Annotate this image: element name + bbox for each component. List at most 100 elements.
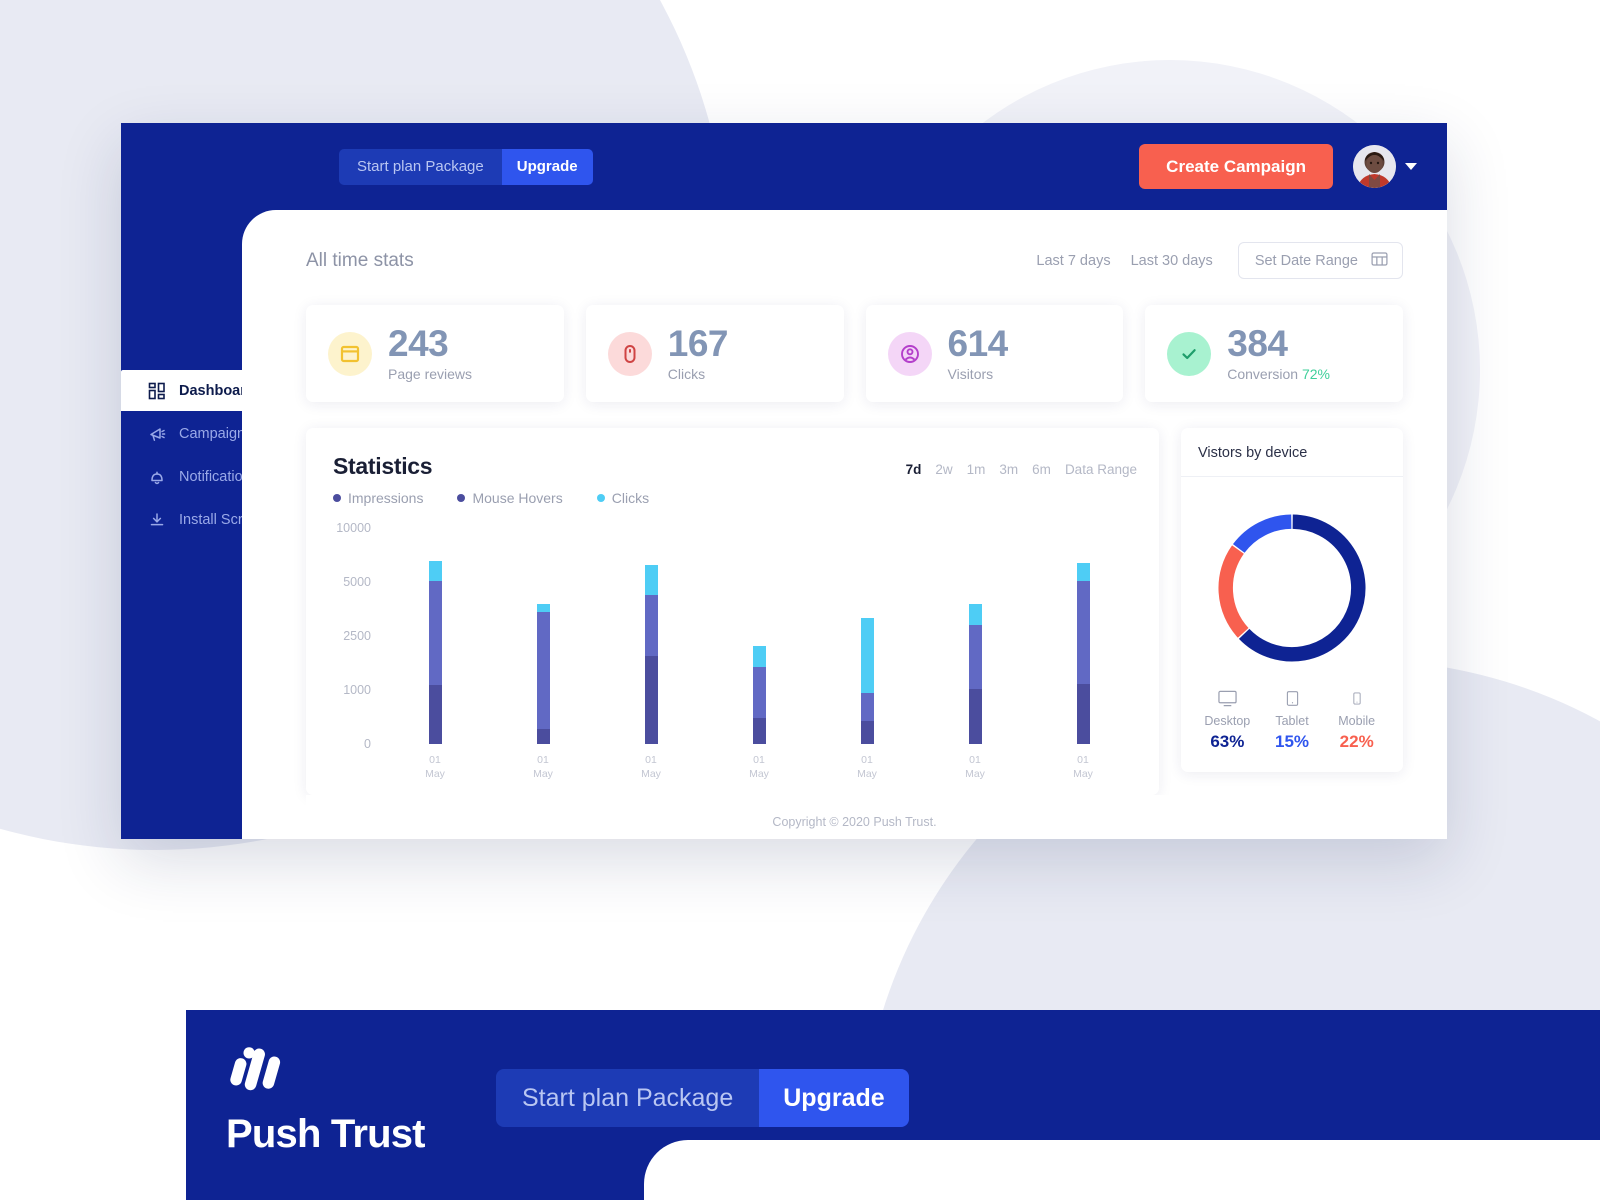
stat-label: Clicks	[667, 366, 706, 383]
chart-x-tick: 01 May	[641, 754, 661, 781]
chart-x-tick: 01 May	[749, 754, 769, 781]
chart-bar-slot[interactable]	[705, 528, 813, 744]
chart-x-tick: 01 May	[857, 754, 877, 781]
mobile-icon	[1324, 687, 1389, 709]
plan-package-label: Start plan Package	[339, 148, 502, 185]
detail-plan-package-pill: Start plan Package Upgrade	[496, 1069, 909, 1127]
chart-bar-slot[interactable]	[1029, 528, 1137, 744]
chart-bar-segment	[968, 689, 982, 744]
chart-range-6m[interactable]: 6m	[1032, 462, 1051, 477]
detail-banner: Push Trust Start plan Package Upgrade	[186, 1010, 1600, 1200]
range-link-last-7-days[interactable]: Last 7 days	[1036, 253, 1110, 269]
chart-bar-slot[interactable]	[381, 528, 489, 744]
detail-brand-block: Push Trust	[226, 1038, 496, 1173]
chart-bar-segment	[644, 594, 658, 656]
calendar-icon	[1370, 249, 1389, 272]
detail-plan-package-label: Start plan Package	[496, 1069, 760, 1127]
chart-bar-segment	[428, 684, 442, 744]
check-icon	[1167, 331, 1212, 376]
chart-bar-segment	[752, 718, 766, 744]
chart-y-tick: 0	[364, 737, 371, 751]
device-name: Tablet	[1275, 714, 1309, 728]
chart-plot-area	[381, 528, 1137, 744]
donut-segment-desktop	[1238, 514, 1366, 662]
lower-row: Statistics 7d 2w 1m 3m 6m Data Range Imp…	[306, 428, 1403, 796]
chart-y-tick: 10000	[336, 521, 371, 535]
page-reviews-icon	[328, 331, 372, 376]
chart-y-tick: 1000	[343, 683, 371, 697]
upgrade-button[interactable]: Upgrade	[501, 148, 593, 185]
chart-stacked-bar[interactable]	[860, 617, 874, 744]
chart-bar-slot[interactable]	[813, 528, 921, 744]
chart-legend: Impressions Mouse Hovers Clicks	[333, 490, 1137, 506]
chart-stacked-bar[interactable]	[536, 604, 550, 744]
chart-bar-slot[interactable]	[921, 528, 1029, 744]
stat-label: Conversion 72%	[1227, 366, 1330, 382]
create-campaign-button[interactable]: Create Campaign	[1139, 144, 1333, 189]
user-menu[interactable]	[1353, 145, 1417, 188]
chart-stacked-bar[interactable]	[1076, 562, 1090, 744]
legend-label: Mouse Hovers	[472, 490, 563, 506]
statistics-bar-chart: 0 1000 2500 5000 10000	[333, 521, 1137, 751]
chart-bar-segment	[644, 655, 658, 744]
chart-bar-segment	[1076, 683, 1090, 744]
detail-upgrade-button[interactable]: Upgrade	[759, 1069, 909, 1127]
brand-name: Push Trust	[226, 1111, 426, 1156]
desktop-icon	[1195, 687, 1260, 709]
sidebar-item-label: Campaign	[179, 425, 246, 442]
chart-stacked-bar[interactable]	[644, 564, 658, 744]
plan-package-pill: Start plan Package Upgrade	[339, 148, 593, 185]
grid-dashboard-icon	[148, 382, 166, 400]
statistics-title: Statistics	[333, 453, 433, 479]
device-percent: 15%	[1274, 732, 1310, 751]
chart-stacked-bar[interactable]	[968, 604, 982, 744]
chart-range-data-range[interactable]: Data Range	[1065, 462, 1137, 477]
device-name: Desktop	[1204, 714, 1251, 728]
chart-range-7d[interactable]: 7d	[906, 462, 922, 477]
chart-range-selector: 7d 2w 1m 3m 6m Data Range	[906, 453, 1137, 477]
avatar	[1353, 145, 1396, 188]
chart-bar-segment	[536, 611, 550, 729]
chart-range-2w[interactable]: 2w	[935, 462, 952, 477]
set-date-range-input[interactable]: Set Date Range	[1237, 242, 1403, 279]
stats-cards-row: 243 Page reviews 167 Clicks 614 Visitors…	[306, 305, 1403, 402]
content-header: All time stats Last 7 days Last 30 days …	[306, 242, 1403, 279]
chart-x-tick: 01 May	[425, 754, 445, 781]
chart-range-3m[interactable]: 3m	[999, 462, 1018, 477]
stat-label: Page reviews	[388, 366, 473, 383]
chart-bar-segment	[536, 728, 550, 744]
tablet-icon	[1260, 687, 1325, 709]
chart-x-axis: 01 May 01 May 01 May 01 May 01 May 01 May 01 May	[333, 753, 1137, 781]
visitors-by-device-panel: Vistors by device Desktop 63% Tablet 15%…	[1181, 428, 1403, 772]
device-percent: 22%	[1339, 732, 1374, 751]
device-legend-tablet: Tablet 15%	[1260, 687, 1325, 752]
chart-x-tick: 01 May	[533, 754, 553, 781]
chart-stacked-bar[interactable]	[752, 645, 766, 744]
legend-label: Clicks	[611, 490, 650, 506]
range-link-last-30-days[interactable]: Last 30 days	[1131, 253, 1213, 269]
chart-bar-slot[interactable]	[489, 528, 597, 744]
device-percent: 63%	[1210, 732, 1245, 751]
chart-x-tick: 01 May	[965, 754, 985, 781]
donut-segment-mobile	[1218, 545, 1249, 638]
stat-value: 614	[947, 322, 1009, 364]
chart-stacked-bar[interactable]	[428, 560, 442, 744]
chart-range-1m[interactable]: 1m	[967, 462, 986, 477]
statistics-panel: Statistics 7d 2w 1m 3m 6m Data Range Imp…	[306, 428, 1159, 796]
chart-bar-segment	[752, 645, 766, 668]
chart-x-tick: 01 May	[1073, 754, 1093, 781]
footer-copyright: Copyright © 2020 Push Trust.	[306, 795, 1403, 839]
device-panel-title: Vistors by device	[1181, 428, 1403, 477]
chart-bar-segment	[1076, 562, 1090, 582]
stat-label-text: Conversion	[1227, 366, 1299, 383]
chart-bar-segment	[968, 624, 982, 690]
legend-item-mouse-hovers: Mouse Hovers	[457, 490, 563, 506]
legend-dot-mouse-hovers	[457, 494, 466, 502]
donut-segment-tablet	[1232, 514, 1292, 553]
chart-bar-slot[interactable]	[597, 528, 705, 744]
chart-bar-segment	[752, 667, 766, 719]
dashboard-window: Start plan Package Upgrade Create Campai…	[121, 123, 1447, 839]
legend-item-impressions: Impressions	[333, 490, 423, 506]
chart-bar-segment	[1076, 581, 1090, 684]
device-legend-mobile: Mobile 22%	[1324, 687, 1389, 752]
